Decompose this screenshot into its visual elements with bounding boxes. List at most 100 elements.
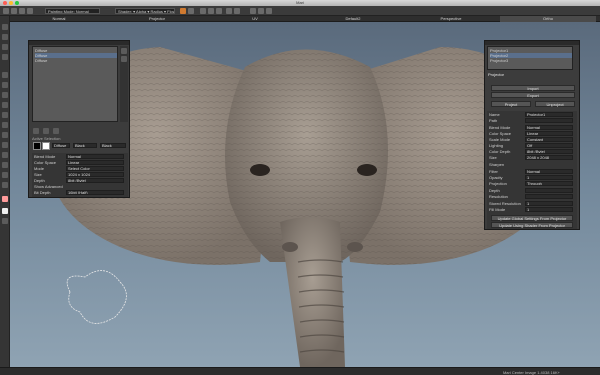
eyedropper-tool-icon[interactable]	[2, 162, 8, 168]
size-field[interactable]: 1024 x 1024	[66, 172, 124, 177]
blend-mode-field[interactable]: Normal	[66, 154, 124, 159]
prop-label: Lighting	[489, 143, 504, 148]
project-button[interactable]: Project	[491, 101, 531, 107]
color-field[interactable]: Diffuse	[52, 143, 70, 148]
minimize-window-button[interactable]	[9, 1, 13, 5]
move-tool-icon[interactable]	[2, 34, 8, 40]
depth-field[interactable]: 8bit (Byte)	[66, 178, 124, 183]
size-field[interactable]: 2048 x 2048	[525, 155, 573, 160]
depth-field[interactable]	[525, 188, 573, 193]
swatch-icon[interactable]	[200, 8, 206, 14]
fill-mode-field[interactable]: 1	[525, 207, 573, 212]
swap-colors-icon[interactable]	[2, 218, 8, 224]
clone-tool-icon[interactable]	[2, 82, 8, 88]
prop-label: Bit Depth	[34, 190, 51, 195]
rotate-tool-icon[interactable]	[2, 44, 8, 50]
filter-field[interactable]: Normal	[525, 169, 573, 174]
lasso-tool-icon[interactable]	[2, 182, 8, 188]
projection-field[interactable]: Through	[525, 181, 573, 186]
color-picker-icon[interactable]	[180, 8, 186, 14]
prop-label: Color Depth	[489, 149, 511, 154]
measure-tool-icon[interactable]	[2, 142, 8, 148]
mask-tool-icon[interactable]	[2, 152, 8, 158]
export-button[interactable]: Export	[491, 92, 575, 98]
add-layer-icon[interactable]	[121, 48, 127, 54]
layers-list: Diffuse Diffuse Diffuse	[32, 46, 118, 122]
camera-icon[interactable]	[250, 8, 256, 14]
fill-tool-icon[interactable]	[2, 122, 8, 128]
zoom-window-button[interactable]	[15, 1, 19, 5]
layers-panel: Diffuse Diffuse Diffuse Active Selection…	[28, 40, 130, 198]
layers-side-toolbar	[120, 46, 128, 122]
slice-tool-icon[interactable]	[2, 132, 8, 138]
unproject-button[interactable]: Unproject	[535, 101, 575, 107]
layer-lock-icon[interactable]	[43, 128, 49, 134]
smear-tool-icon[interactable]	[2, 102, 8, 108]
sharpen-toggle[interactable]: Sharpen	[489, 162, 523, 167]
new-file-icon[interactable]	[3, 8, 9, 14]
color-field[interactable]: Black	[73, 143, 97, 148]
prop-label: Scale Mode	[489, 137, 511, 142]
color-space-field[interactable]: Linear	[525, 131, 573, 136]
projector-list: Projector1 Projector2 Projector3	[487, 46, 573, 70]
blend-mode-field[interactable]: Normal	[525, 125, 573, 130]
scale-mode-field[interactable]: Constant	[525, 137, 573, 142]
black-swatch[interactable]	[33, 142, 41, 150]
grid-icon[interactable]	[208, 8, 214, 14]
bit-depth-field[interactable]: 16bit (Half)	[66, 190, 124, 195]
opacity-field[interactable]: 1	[525, 175, 573, 180]
foreground-color-swatch[interactable]	[2, 196, 8, 202]
brush-icon[interactable]	[188, 8, 194, 14]
blur-tool-icon[interactable]	[2, 92, 8, 98]
update-using-shader-button[interactable]: Update Using Shader From Projector	[491, 222, 573, 228]
projector-item[interactable]: Projector3	[490, 58, 572, 63]
color-space-field[interactable]: Linear	[66, 160, 124, 165]
brush-shader-field[interactable]: Shader: ▾ Alpha ▾ Radius ▾ Flow ▾	[115, 8, 175, 14]
main-toolbar: Painting Mode: Normal Shader: ▾ Alpha ▾ …	[0, 6, 600, 16]
update-global-settings-button[interactable]: Update Global Settings From Projector	[491, 215, 573, 221]
import-button[interactable]: Import	[491, 85, 575, 91]
projector-properties: Name Projector1 Path Blend Mode Normal C…	[487, 111, 577, 229]
filter-icon[interactable]	[226, 8, 232, 14]
mirror-icon[interactable]	[216, 8, 222, 14]
prop-label: Stored Resolution	[489, 201, 521, 206]
shader-icon[interactable]	[266, 8, 272, 14]
paint-tool-icon[interactable]	[2, 72, 8, 78]
painting-mode-field[interactable]: Painting Mode: Normal	[45, 8, 100, 14]
prop-label: Blend Mode	[489, 125, 511, 130]
marquee-tool-icon[interactable]	[2, 172, 8, 178]
mode-field[interactable]: Select Color	[66, 166, 124, 171]
left-toolbox	[0, 16, 10, 367]
background-color-swatch[interactable]	[2, 208, 8, 214]
resolution-field[interactable]	[525, 194, 573, 199]
prop-label: Filter	[489, 169, 498, 174]
path-field[interactable]	[525, 118, 573, 123]
transform-icon[interactable]	[234, 8, 240, 14]
layer-mask-icon[interactable]	[53, 128, 59, 134]
select-tool-icon[interactable]	[2, 24, 8, 30]
lighting-field[interactable]: Off	[525, 143, 573, 148]
save-icon[interactable]	[19, 8, 25, 14]
stored-resolution-field[interactable]: 1	[525, 201, 573, 206]
light-icon[interactable]	[258, 8, 264, 14]
layers-panel-header[interactable]	[29, 41, 129, 45]
close-window-button[interactable]	[3, 1, 7, 5]
remove-layer-icon[interactable]	[121, 56, 127, 62]
color-field[interactable]: Black	[100, 143, 126, 148]
layer-visibility-icon[interactable]	[33, 128, 39, 134]
scale-tool-icon[interactable]	[2, 54, 8, 60]
projector-section-label: Projector	[488, 72, 505, 77]
name-field[interactable]: Projector1	[525, 112, 573, 117]
color-depth-field[interactable]: 8bit (Byte)	[525, 149, 573, 154]
eraser-tool-icon[interactable]	[2, 112, 8, 118]
projector-panel: Projector1 Projector2 Projector3 Project…	[484, 40, 580, 230]
layer-item[interactable]: Diffuse	[35, 58, 117, 63]
prop-label: Opacity	[489, 175, 503, 180]
projector-panel-header[interactable]	[485, 41, 579, 45]
show-advanced-toggle[interactable]: Show Advanced	[34, 184, 94, 189]
undo-icon[interactable]	[27, 8, 33, 14]
white-swatch[interactable]	[42, 142, 50, 150]
prop-label: Fill Mode	[489, 207, 506, 212]
status-bar: Mari Center Image 1.4038 16K+	[0, 367, 600, 375]
open-file-icon[interactable]	[11, 8, 17, 14]
